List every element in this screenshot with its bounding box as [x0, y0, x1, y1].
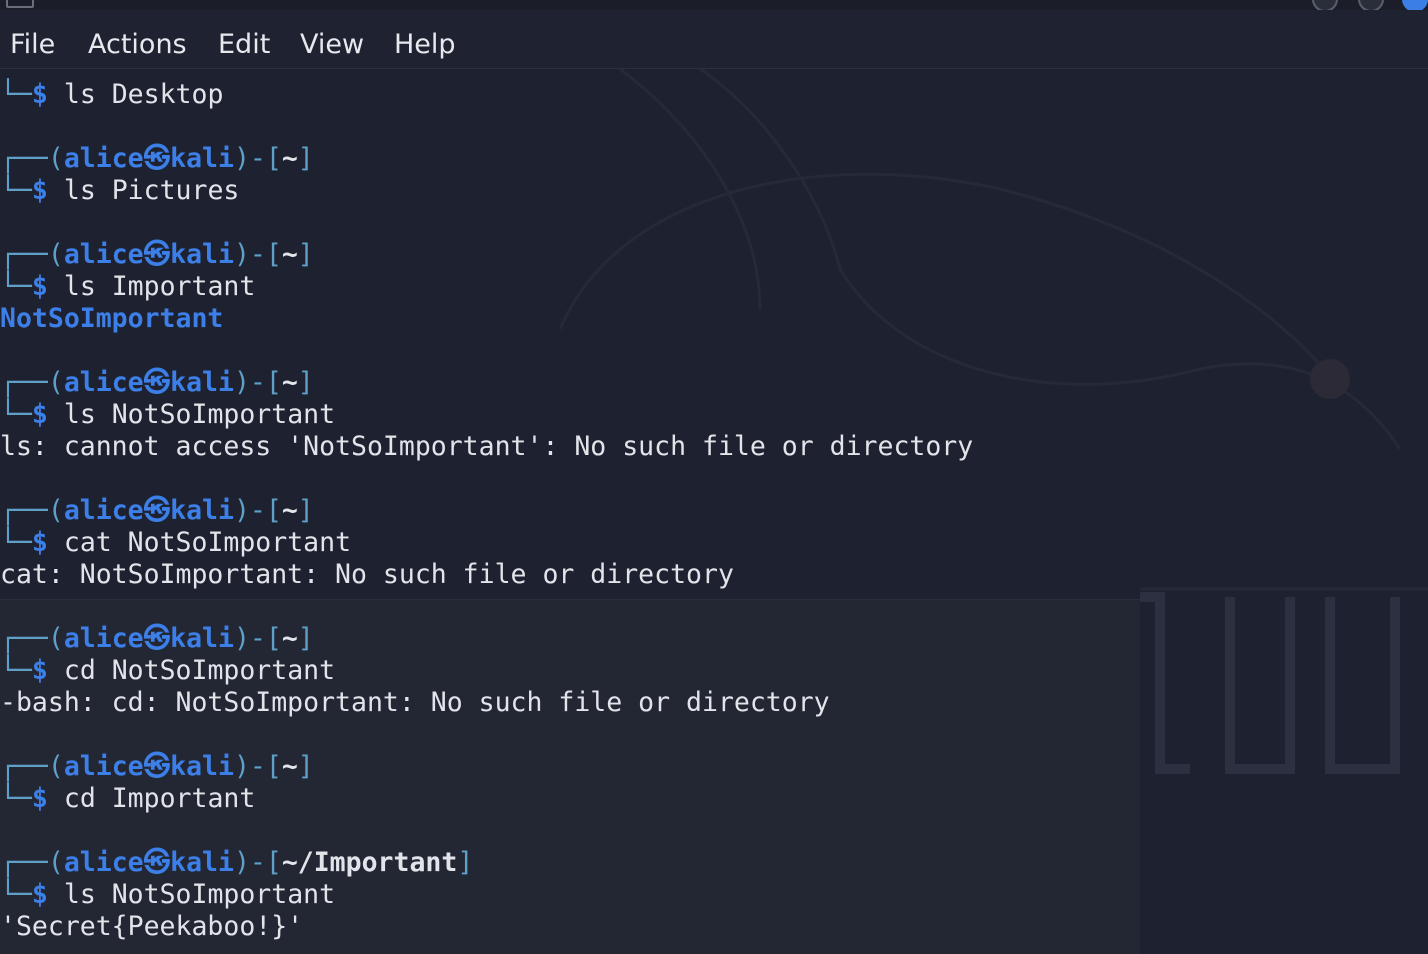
output-secret: 'Secret{Peekaboo!}' [0, 911, 304, 942]
command-text: cd Important [63, 783, 256, 814]
menu-edit[interactable]: Edit [218, 28, 270, 62]
command-line: └─$ cd NotSoImportant [0, 655, 336, 686]
prompt-line: ┌──(alice㉿kali)-[~] [0, 239, 314, 270]
menu-help[interactable]: Help [394, 28, 456, 62]
menu-view[interactable]: View [300, 28, 364, 62]
command-text: ls Pictures [63, 175, 240, 206]
menu-actions[interactable]: Actions [88, 28, 187, 62]
command-line: └─$ ls NotSoImportant [0, 399, 336, 430]
output-error: cat: NotSoImportant: No such file or dir… [0, 559, 734, 590]
command-line: └─$ ls Important [0, 271, 256, 302]
command-text: ls NotSoImportant [63, 879, 336, 910]
prompt-line: ┌──(alice㉿kali)-[~] [0, 143, 314, 174]
command-text: ls NotSoImportant [63, 399, 336, 430]
menu-file[interactable]: File [10, 28, 55, 62]
prompt-line: ┌──(alice㉿kali)-[~] [0, 623, 314, 654]
output-directory: NotSoImportant [0, 303, 224, 334]
command-line: └─$ ls Desktop [0, 79, 224, 110]
command-line: └─$ cat NotSoImportant [0, 527, 352, 558]
prompt-line: ┌──(alice㉿kali)-[~/Important] [0, 847, 474, 878]
command-line: └─$ cd Important [0, 783, 256, 814]
terminal-output[interactable]: └─$ ls Desktop ┌──(alice㉿kali)-[~] └─$ l… [0, 69, 1428, 954]
prompt-line: ┌──(alice㉿kali)-[~] [0, 367, 314, 398]
output-error: -bash: cd: NotSoImportant: No such file … [0, 687, 830, 718]
command-line: └─$ ls NotSoImportant [0, 879, 336, 910]
menu-bar: File Actions Edit View Help [0, 10, 1428, 69]
command-text: ls Desktop [63, 79, 224, 110]
command-text: cd NotSoImportant [63, 655, 336, 686]
window-titlebar [0, 0, 1428, 12]
prompt-line: ┌──(alice㉿kali)-[~] [0, 495, 314, 526]
window-menu-icon[interactable] [6, 0, 34, 8]
output-error: ls: cannot access 'NotSoImportant': No s… [0, 431, 974, 462]
command-text: cat NotSoImportant [63, 527, 352, 558]
prompt-line: ┌──(alice㉿kali)-[~] [0, 751, 314, 782]
command-line: └─$ ls Pictures [0, 175, 240, 206]
command-text: ls Important [63, 271, 256, 302]
